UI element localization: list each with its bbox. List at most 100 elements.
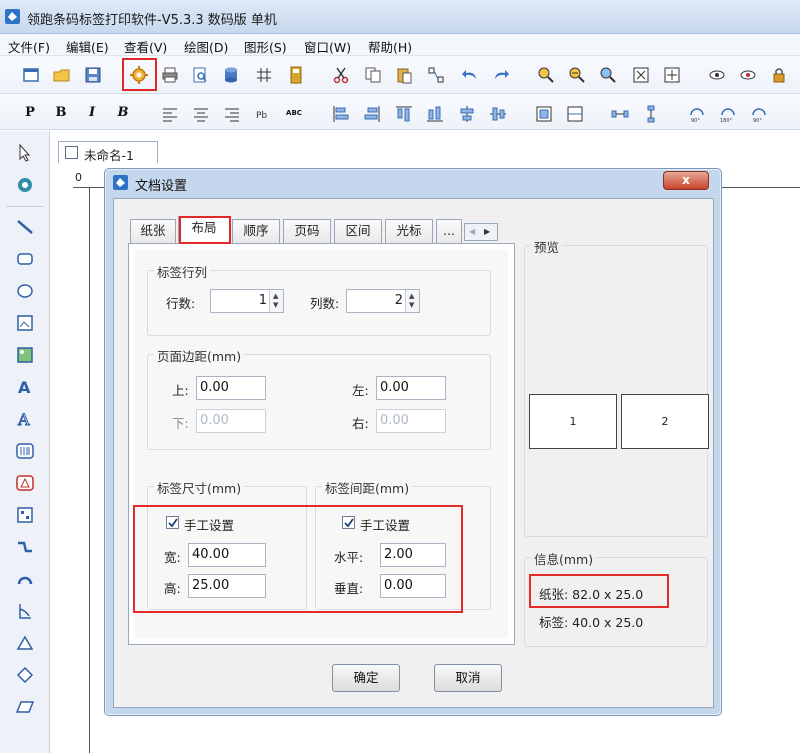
cols-spinner[interactable]: 2 ▲ ▼: [346, 289, 420, 313]
line-tool-icon[interactable]: [13, 215, 37, 239]
zoom-actual-icon[interactable]: [661, 64, 683, 86]
margin-bottom-field[interactable]: 0.00: [196, 409, 266, 433]
rotate-180-icon[interactable]: 180°: [717, 103, 739, 125]
open-icon[interactable]: [51, 64, 73, 86]
rows-spinner[interactable]: 1 ▲ ▼: [210, 289, 284, 313]
triangle-tool-icon[interactable]: [13, 631, 37, 655]
bold-italic-button[interactable]: B: [113, 103, 133, 123]
calculator-icon[interactable]: [285, 64, 307, 86]
rectangle-tool-icon[interactable]: [13, 247, 37, 271]
plain-text-button[interactable]: P: [20, 103, 40, 123]
distribute-horizontal-icon[interactable]: [533, 103, 555, 125]
align-icon[interactable]: [425, 64, 447, 86]
art-text-tool-icon[interactable]: A: [13, 407, 37, 431]
cancel-button[interactable]: 取消: [434, 664, 502, 692]
barcode-tool-icon[interactable]: [13, 439, 37, 463]
eye-tool-icon[interactable]: [13, 173, 37, 197]
center-vertical-icon[interactable]: [487, 103, 509, 125]
print-preview-icon[interactable]: [189, 64, 211, 86]
document-tab[interactable]: 未命名-1: [58, 141, 158, 163]
align-right-objects-icon[interactable]: [361, 103, 383, 125]
rotate-270-icon[interactable]: 90°: [748, 103, 770, 125]
curve-tool-icon[interactable]: [13, 599, 37, 623]
tab-more[interactable]: ...: [436, 219, 462, 243]
view-icon[interactable]: [706, 64, 728, 86]
zoom-icon[interactable]: [597, 64, 619, 86]
info-label-size: 标签: 40.0 x 25.0: [539, 615, 644, 630]
tab-range[interactable]: 区间: [334, 219, 382, 243]
tab-paper[interactable]: 纸张: [130, 219, 176, 243]
parallelogram-tool-icon[interactable]: [13, 695, 37, 719]
triangle-frame-tool-icon[interactable]: [13, 471, 37, 495]
align-center-icon[interactable]: [190, 103, 212, 125]
menu-edit[interactable]: 编辑(E): [66, 37, 109, 56]
tab-order[interactable]: 顺序: [232, 219, 280, 243]
grid-icon[interactable]: [253, 64, 275, 86]
dialog-close-button[interactable]: x: [663, 171, 709, 190]
database-icon[interactable]: [220, 64, 242, 86]
zoom-fit-icon[interactable]: [630, 64, 652, 86]
ellipse-tool-icon[interactable]: [13, 279, 37, 303]
align-left-objects-icon[interactable]: [330, 103, 352, 125]
menu-shape[interactable]: 图形(S): [244, 37, 287, 56]
polyline-tool-icon[interactable]: [13, 535, 37, 559]
italic-button[interactable]: I: [82, 103, 102, 123]
menu-window[interactable]: 窗口(W): [304, 37, 351, 56]
cols-spinner-arrows[interactable]: ▲ ▼: [405, 290, 419, 312]
arc-tool-icon[interactable]: [13, 567, 37, 591]
same-width-icon[interactable]: [609, 103, 631, 125]
menu-help[interactable]: 帮助(H): [368, 37, 412, 56]
label-size-legend: 标签尺寸(mm): [154, 478, 245, 497]
same-height-icon[interactable]: [640, 103, 662, 125]
qrcode-tool-icon[interactable]: [13, 503, 37, 527]
dialog-app-icon: [113, 175, 128, 190]
dialog-body: 纸张 布局 顺序 页码 区间 光标 ... ◀ ▶ 标签行列 行数: 1 ▲▼: [113, 198, 714, 708]
align-left-icon[interactable]: [159, 103, 181, 125]
text-tool-icon[interactable]: A: [13, 375, 37, 399]
menu-file[interactable]: 文件(F): [8, 37, 50, 56]
new-icon[interactable]: [20, 64, 42, 86]
picture-tool-icon[interactable]: [13, 343, 37, 367]
image-tool-icon[interactable]: [13, 311, 37, 335]
hide-icon[interactable]: [737, 64, 759, 86]
paste-icon[interactable]: [393, 64, 415, 86]
format-toolbar: P B I B Pb ABC 90° 180° 90°: [0, 94, 800, 130]
undo-icon[interactable]: [459, 64, 481, 86]
tab-scroll-right-icon[interactable]: ▶: [484, 227, 490, 236]
tab-page-number[interactable]: 页码: [283, 219, 331, 243]
menu-view[interactable]: 查看(V): [124, 37, 167, 56]
rows-spinner-arrows[interactable]: ▲ ▼: [269, 290, 283, 312]
ok-button[interactable]: 确定: [332, 664, 400, 692]
rows-label: 行数:: [166, 296, 196, 311]
margin-left-field[interactable]: 0.00: [376, 376, 446, 400]
highlight-layout-tab: [179, 216, 231, 244]
distribute-vertical-icon[interactable]: [564, 103, 586, 125]
save-icon[interactable]: [82, 64, 104, 86]
tab-scroll-left-icon[interactable]: ◀: [469, 227, 475, 236]
text-style-button[interactable]: ABC: [284, 103, 304, 123]
copy-icon[interactable]: [362, 64, 384, 86]
bold-button[interactable]: B: [51, 103, 71, 123]
print-icon[interactable]: [159, 64, 181, 86]
menu-draw[interactable]: 绘图(D): [184, 37, 228, 56]
document-icon: [65, 146, 78, 159]
align-right-icon[interactable]: [221, 103, 243, 125]
tab-cursor[interactable]: 光标: [385, 219, 433, 243]
align-top-objects-icon[interactable]: [393, 103, 415, 125]
center-horizontal-icon[interactable]: [456, 103, 478, 125]
redo-icon[interactable]: [490, 64, 512, 86]
lock-icon[interactable]: [768, 64, 790, 86]
zoom-in-icon[interactable]: [535, 64, 557, 86]
rotate-90-icon[interactable]: 90°: [686, 103, 708, 125]
select-pointer-icon[interactable]: [13, 141, 37, 165]
text-direction-icon[interactable]: Pb: [253, 103, 275, 125]
dialog-titlebar[interactable]: 文档设置 x: [105, 169, 721, 195]
align-bottom-objects-icon[interactable]: [424, 103, 446, 125]
svg-text:A: A: [17, 410, 30, 428]
margin-top-field[interactable]: 0.00: [196, 376, 266, 400]
preview-label-cell: 2: [621, 394, 709, 449]
zoom-out-icon[interactable]: [566, 64, 588, 86]
diamond-tool-icon[interactable]: [13, 663, 37, 687]
margin-right-field[interactable]: 0.00: [376, 409, 446, 433]
cut-icon[interactable]: [330, 64, 352, 86]
